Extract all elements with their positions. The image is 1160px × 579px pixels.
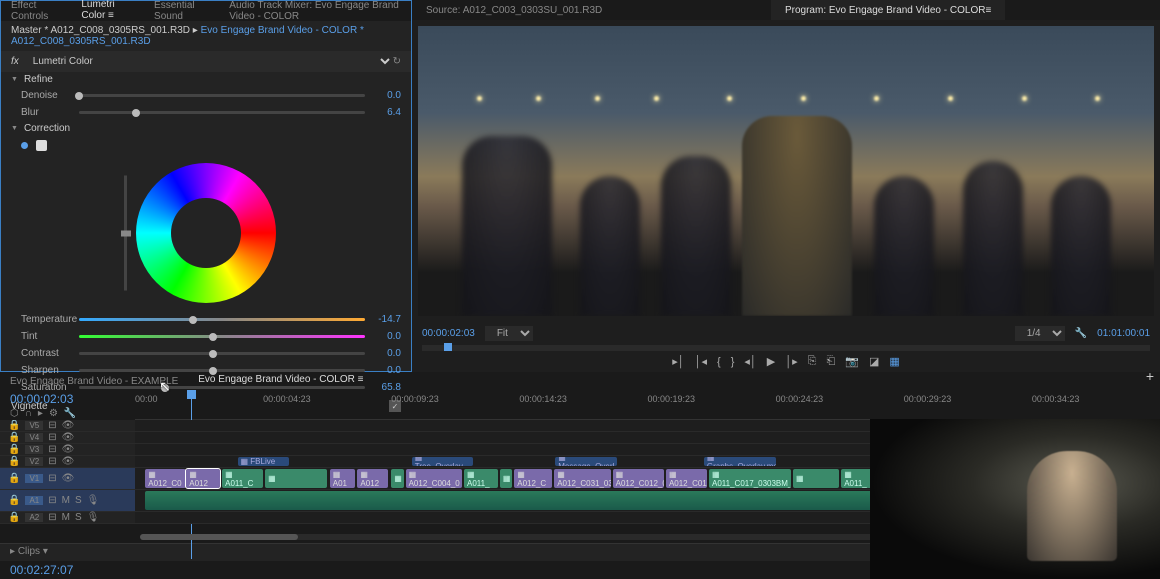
blur-slider[interactable] xyxy=(79,111,365,114)
reset-icon[interactable]: ↻ xyxy=(393,56,401,67)
clip[interactable]: ▦ A011_ xyxy=(464,469,498,488)
step-back-button[interactable]: ◂│ xyxy=(744,355,756,368)
play-button[interactable]: ▶ xyxy=(767,355,775,368)
clip[interactable]: ▦ Graphs_Overlay.mov xyxy=(704,457,776,466)
lumetri-panel: Effect Controls Lumetri Color ≡ Essentia… xyxy=(0,0,412,372)
marker-icon[interactable]: ▸ xyxy=(38,408,43,419)
timeline-tab-example[interactable]: Evo Engage Brand Video - EXAMPLE xyxy=(10,376,178,387)
contrast-value[interactable]: 0.0 xyxy=(371,348,401,359)
clip[interactable]: ▦ xyxy=(793,469,839,488)
go-out-button[interactable]: } xyxy=(731,356,735,368)
mark-in-button[interactable]: ▸│ xyxy=(672,355,684,368)
clip[interactable]: ▦ A012_C004_0 xyxy=(406,469,462,488)
active-dot-icon[interactable] xyxy=(21,142,28,149)
duration-timecode: 01:01:00:01 xyxy=(1097,328,1150,339)
link-icon[interactable]: ∩ xyxy=(25,408,32,419)
clip[interactable]: ▦ A011_C017_0303BM_00 xyxy=(709,469,791,488)
luma-slider[interactable] xyxy=(124,176,127,291)
timeline-ruler[interactable]: 00:0000:00:04:2300:00:09:2300:00:14:2300… xyxy=(135,390,1160,420)
master-clip-line: Master * A012_C008_0305RS_001.R3D ▸ Evo … xyxy=(1,21,411,51)
add-button[interactable]: + xyxy=(1146,368,1154,384)
clip[interactable]: ▦ A012_C xyxy=(514,469,552,488)
clip[interactable]: ▦ Tree_Overlay xyxy=(412,457,474,466)
settings-icon[interactable]: ⚙ xyxy=(49,408,58,419)
clip[interactable]: ▦ A011_C xyxy=(222,469,263,488)
settings-button[interactable]: ▦ xyxy=(889,355,899,368)
video-preview[interactable] xyxy=(418,26,1154,316)
fx-label: fx xyxy=(11,56,19,67)
tab-essential-sound[interactable]: Essential Sound xyxy=(154,0,205,22)
step-fwd-button[interactable]: │▸ xyxy=(785,355,797,368)
clip[interactable]: ▦ A01 xyxy=(330,469,356,488)
fx-row: fx Lumetri Color ↻ xyxy=(1,51,411,72)
fit-dropdown[interactable]: Fit xyxy=(485,326,533,341)
wrench-icon[interactable]: 🔧 xyxy=(1075,328,1087,339)
insert-button[interactable]: ⎘ xyxy=(808,355,817,368)
go-in-button[interactable]: { xyxy=(717,356,721,368)
section-refine[interactable]: Refine xyxy=(1,72,411,87)
blur-label: Blur xyxy=(21,107,73,118)
program-timecode[interactable]: 00:00:02:03 xyxy=(422,328,475,339)
tab-lumetri-color[interactable]: Lumetri Color ≡ xyxy=(81,0,130,24)
program-tab[interactable]: Program: Evo Engage Brand Video - COLOR … xyxy=(771,0,1005,20)
contrast-slider[interactable] xyxy=(79,352,365,355)
sharpen-slider[interactable] xyxy=(79,369,365,372)
timeline-panel: Evo Engage Brand Video - EXAMPLE Evo Eng… xyxy=(0,372,1160,579)
scale-dropdown[interactable]: 1/4 xyxy=(1015,326,1065,341)
contrast-label: Contrast xyxy=(21,348,73,359)
clip[interactable]: ▦ FBLive xyxy=(238,457,289,466)
denoise-label: Denoise xyxy=(21,90,73,101)
denoise-value[interactable]: 0.0 xyxy=(371,90,401,101)
clip[interactable]: ▦ A012_C0 xyxy=(145,469,186,488)
fx-select[interactable]: Lumetri Color xyxy=(29,55,393,68)
clip[interactable]: ▦ A012 xyxy=(186,469,220,488)
clip[interactable]: ▦ xyxy=(265,469,327,488)
tint-slider[interactable] xyxy=(79,335,365,338)
timeline-timecode[interactable]: 00:00:02:03 xyxy=(10,392,125,406)
temperature-label: Temperature xyxy=(21,314,73,325)
blur-value[interactable]: 6.4 xyxy=(371,107,401,118)
tint-value[interactable]: 0.0 xyxy=(371,331,401,342)
picture-in-picture xyxy=(870,419,1160,579)
left-tabs: Effect Controls Lumetri Color ≡ Essentia… xyxy=(1,1,411,21)
temperature-slider[interactable] xyxy=(79,318,365,321)
clip[interactable]: ▦ xyxy=(391,469,403,488)
tint-label: Tint xyxy=(21,331,73,342)
mark-out-button[interactable]: │◂ xyxy=(695,355,707,368)
program-scrubber[interactable] xyxy=(422,345,1150,351)
saturation-slider[interactable]: ↖ xyxy=(79,386,365,389)
tab-effect-controls[interactable]: Effect Controls xyxy=(11,0,57,22)
clip[interactable]: ▦ A012 xyxy=(357,469,388,488)
program-monitor: Source: A012_C003_0303SU_001.R3D Program… xyxy=(412,0,1160,372)
clip[interactable]: ▦ Message_Overl xyxy=(555,457,617,466)
snap-icon[interactable]: ⬡ xyxy=(10,408,19,419)
clip[interactable]: ▦ A012_C012_0 xyxy=(613,469,664,488)
section-correction[interactable]: Correction xyxy=(1,121,411,136)
clip[interactable]: ▦ A012_C031_03 xyxy=(554,469,610,488)
export-frame-button[interactable]: 📷 xyxy=(845,355,859,368)
color-picker-icon[interactable] xyxy=(36,140,47,151)
comparison-button[interactable]: ◪ xyxy=(869,355,879,368)
wrench2-icon[interactable]: 🔧 xyxy=(64,408,76,419)
color-wheel[interactable] xyxy=(1,155,411,311)
clip[interactable]: ▦ A012_C01 xyxy=(666,469,707,488)
tab-audio-mixer[interactable]: Audio Track Mixer: Evo Engage Brand Vide… xyxy=(229,0,401,22)
clip[interactable]: ▦ xyxy=(500,469,512,488)
denoise-slider[interactable] xyxy=(79,94,365,97)
overwrite-button[interactable]: ⎗ xyxy=(826,355,835,368)
clips-dropdown[interactable]: ▸ Clips ▾ xyxy=(10,546,48,557)
temperature-value[interactable]: -14.7 xyxy=(371,314,401,325)
source-tab[interactable]: Source: A012_C003_0303SU_001.R3D xyxy=(412,0,616,20)
